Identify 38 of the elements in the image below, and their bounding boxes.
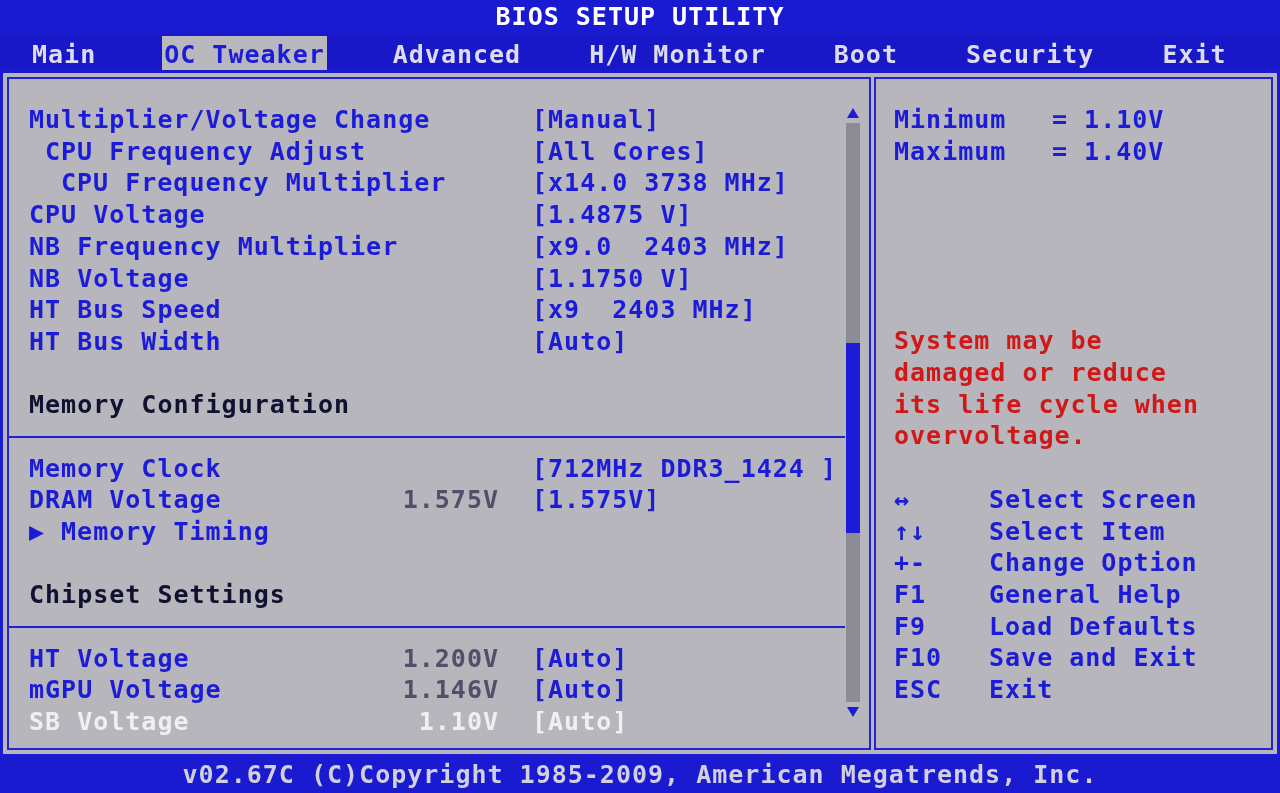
window-title: BIOS SETUP UTILITY (495, 1, 785, 34)
scroll-down-icon[interactable] (846, 706, 860, 718)
key-label: F9 (894, 610, 928, 643)
key-label: +- (894, 547, 928, 580)
range-label: Maximum (894, 135, 1008, 168)
copyright-footer: v02.67C (C)Copyright 1985-2009, American Megatrends, Inc. (182, 756, 1098, 793)
key-action: General Help (989, 579, 1182, 612)
menu-tab[interactable]: Advanced (390, 36, 524, 70)
current-reading: 1.146V (402, 674, 499, 707)
key-action: Change Option (989, 547, 1198, 580)
menu-tab[interactable]: OC Tweaker (162, 36, 327, 70)
menu-tab[interactable]: Boot (831, 36, 900, 70)
scrollbar[interactable] (845, 107, 861, 718)
key-action: Select Item (989, 515, 1166, 548)
current-reading: 1.10V (418, 706, 499, 739)
key-action: Exit (989, 674, 1054, 707)
menu-tab[interactable]: Main (30, 36, 99, 70)
scroll-thumb[interactable] (846, 343, 860, 533)
key-label: ESC (894, 674, 944, 707)
key-label: ↔ (894, 483, 912, 516)
menu-tab[interactable]: Security (963, 36, 1097, 70)
key-action: Select Screen (989, 483, 1198, 516)
menu-tab[interactable]: Exit (1160, 36, 1229, 70)
range-label: Minimum (894, 104, 1008, 137)
key-action: Load Defaults (989, 610, 1198, 643)
scroll-up-icon[interactable] (846, 107, 860, 119)
range-value: = 1.10V (1052, 104, 1165, 137)
menu-tab[interactable]: H/W Monitor (587, 36, 768, 70)
section-header: Chipset Settings (29, 579, 286, 612)
key-label: F10 (894, 642, 944, 675)
current-reading: 1.200V (402, 642, 499, 675)
key-label: F1 (894, 579, 928, 612)
section-header: Memory Configuration (29, 389, 351, 422)
key-action: Save and Exit (989, 642, 1198, 675)
current-reading: 1.575V (402, 484, 499, 517)
key-label: ↑↓ (894, 515, 928, 548)
range-value: = 1.40V (1052, 135, 1165, 168)
warning-text: System may be damaged or reduce its life cycle when overvoltage. (894, 325, 1200, 453)
